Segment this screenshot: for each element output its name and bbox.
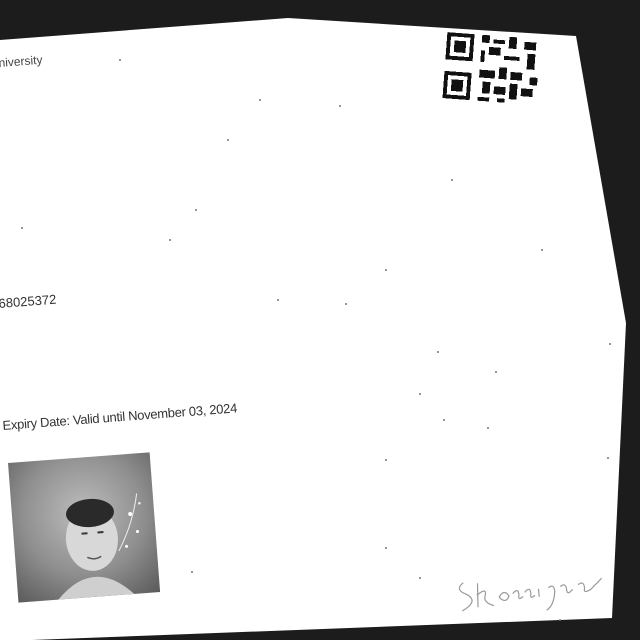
qr-code (442, 32, 538, 103)
portrait-photo (8, 452, 161, 603)
institution-name: niversity (0, 52, 43, 70)
signature (458, 577, 603, 612)
id-number: 68025372 (0, 291, 57, 311)
expiry-date: Expiry Date: Valid until November 03, 20… (2, 400, 238, 433)
id-card: niversity 68025372 Expiry Date: Valid un… (0, 18, 626, 640)
